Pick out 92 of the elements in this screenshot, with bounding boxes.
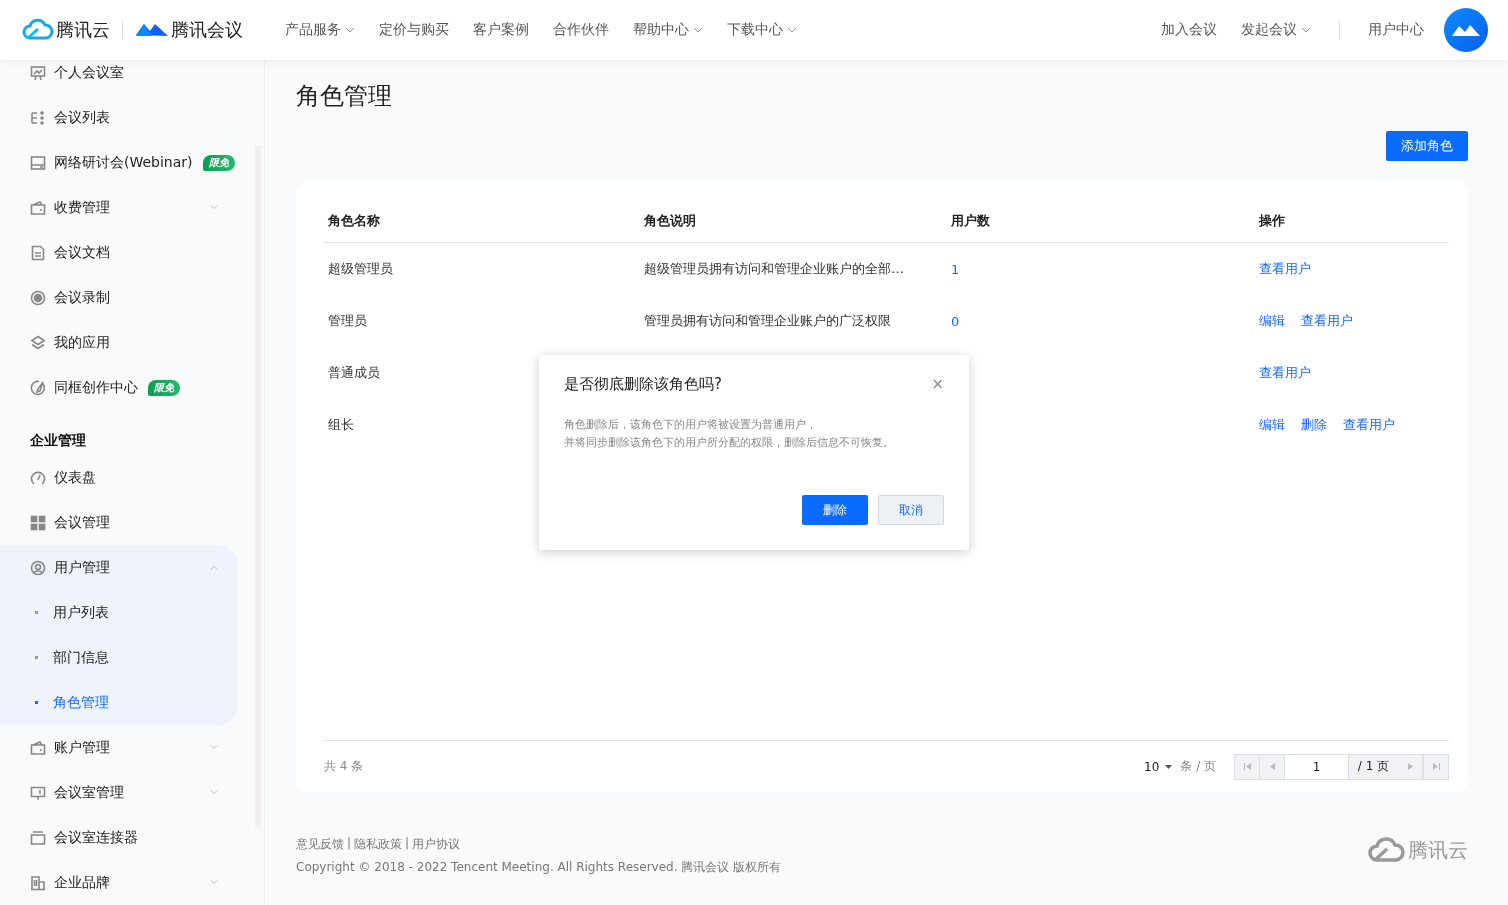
table-cell: 超级管理员 — [328, 261, 393, 276]
per-page-label: 条 / 页 — [1180, 758, 1216, 775]
column-header: 操作 — [1258, 212, 1286, 230]
column-header: 角色名称 — [327, 212, 381, 230]
sidebar-item[interactable]: 会议列表 — [0, 95, 238, 140]
nav-link[interactable]: 产品服务 — [285, 21, 355, 39]
footer-link[interactable]: 用户协议 — [412, 836, 461, 853]
caret-down-icon — [1165, 764, 1173, 769]
page-size-select[interactable]: 10 — [1144, 759, 1173, 774]
section-title: 企业管理 — [29, 431, 87, 450]
cancel-button[interactable]: 取消 — [878, 495, 944, 525]
header-link[interactable]: 发起会议 — [1241, 21, 1311, 39]
table-cell: 普通成员 — [328, 365, 380, 380]
nav-link[interactable]: 合作伙伴 — [553, 21, 609, 39]
sidebar-item[interactable]: 用户管理 — [0, 545, 238, 590]
sidebar-item[interactable]: 我的应用 — [0, 320, 238, 365]
dialog-title: 是否彻底删除该角色吗? — [564, 375, 722, 394]
record-icon — [30, 289, 46, 306]
sidebar-item[interactable]: 网络研讨会(Webinar) 限免 — [0, 140, 238, 185]
presentation-icon — [30, 64, 46, 81]
submenu-item[interactable]: 角色管理 — [0, 680, 238, 725]
header-link[interactable]: 用户中心 — [1368, 21, 1424, 39]
brand-name[interactable]: 腾讯云 — [56, 18, 110, 42]
dialog-message: 并将同步删除该角色下的用户所分配的权限，删除后信息不可恢复。 — [564, 435, 895, 451]
column-header: 角色说明 — [643, 212, 697, 230]
table-cell: 管理员 — [328, 313, 367, 328]
nav-link[interactable]: 客户案例 — [473, 21, 529, 39]
sidebar-item[interactable]: 会议室连接器 — [0, 815, 238, 860]
table-cell: 组长 — [328, 417, 354, 432]
link-separator: | — [405, 836, 410, 852]
bullet-icon — [35, 656, 38, 659]
sidebar-item[interactable]: 同框创作中心 限免 — [0, 365, 238, 410]
user-icon — [30, 559, 46, 576]
cloud-logo-icon — [1368, 836, 1406, 864]
wallet-icon — [30, 739, 46, 756]
bullet-icon — [35, 701, 38, 704]
link-separator: | — [347, 836, 352, 852]
delete-button[interactable]: 删除 — [802, 495, 868, 525]
free-badge: 限免 — [148, 379, 180, 396]
footer-brand: 腾讯云 — [1408, 836, 1468, 864]
user-count: 0 — [951, 313, 960, 329]
submenu-item[interactable]: 部门信息 — [0, 635, 238, 680]
sidebar-item[interactable]: 会议管理 — [0, 500, 238, 545]
action-link[interactable]: 编辑 — [1259, 312, 1285, 330]
brush-icon — [30, 379, 46, 396]
sidebar-item[interactable]: 会议室管理 — [0, 770, 238, 815]
layers-icon — [30, 334, 46, 351]
action-link[interactable]: 查看用户 — [1259, 260, 1311, 278]
action-link[interactable]: 删除 — [1301, 416, 1327, 434]
footer-link[interactable]: 隐私政策 — [354, 836, 403, 853]
add-role-button[interactable]: 添加角色 — [1386, 131, 1468, 161]
table-cell: 超级管理员拥有访问和管理企业账户的全部… — [644, 261, 904, 276]
list-icon — [30, 109, 46, 126]
sidebar-item[interactable]: 会议录制 — [0, 275, 238, 320]
column-header: 用户数 — [950, 212, 991, 230]
action-link[interactable]: 查看用户 — [1301, 312, 1353, 330]
avatar[interactable] — [1444, 8, 1488, 52]
free-badge: 限免 — [202, 154, 235, 171]
cloud-logo-icon — [22, 18, 54, 42]
copyright-text: Copyright © 2018 - 2022 Tencent Meeting. All Rights Reserved. 腾讯会议 版权所有 — [296, 859, 782, 876]
connector-icon — [30, 829, 46, 846]
dialog-message: 角色删除后，该角色下的用户将被设置为普通用户， — [564, 417, 818, 433]
product-name[interactable]: 腾讯会议 — [171, 18, 243, 42]
screen-icon — [30, 154, 46, 171]
sidebar-item[interactable]: 账户管理 — [0, 725, 238, 770]
nav-link[interactable]: 定价与购买 — [379, 21, 449, 39]
sidebar-item[interactable]: 仪表盘 — [0, 455, 238, 500]
action-link[interactable]: 查看用户 — [1259, 364, 1311, 382]
page-title: 角色管理 — [296, 82, 393, 110]
gauge-icon — [30, 469, 46, 486]
footer-link[interactable]: 意见反馈 — [296, 836, 344, 853]
room-icon — [30, 784, 46, 801]
sidebar-item[interactable]: 个人会议室 — [0, 60, 238, 95]
grid-icon — [30, 514, 46, 531]
header-link[interactable]: 加入会议 — [1161, 21, 1217, 39]
meeting-logo-icon — [135, 21, 169, 39]
total-count: 共 4 条 — [324, 758, 364, 775]
sidebar-item[interactable]: 企业品牌 — [0, 860, 238, 905]
wallet-icon — [30, 199, 46, 216]
sidebar-item[interactable]: 收费管理 — [0, 185, 238, 230]
submenu-item[interactable]: 用户列表 — [0, 590, 238, 635]
close-button[interactable]: × — [931, 377, 944, 392]
bullet-icon — [35, 611, 38, 614]
action-link[interactable]: 查看用户 — [1343, 416, 1395, 434]
building-icon — [30, 874, 46, 891]
action-link[interactable]: 编辑 — [1259, 416, 1285, 434]
doc-icon — [30, 244, 46, 261]
table-cell: 管理员拥有访问和管理企业账户的广泛权限 — [644, 313, 891, 328]
user-count: 1 — [951, 261, 960, 277]
nav-link[interactable]: 下载中心 — [727, 21, 797, 39]
nav-link[interactable]: 帮助中心 — [633, 21, 703, 39]
sidebar-item[interactable]: 会议文档 — [0, 230, 238, 275]
